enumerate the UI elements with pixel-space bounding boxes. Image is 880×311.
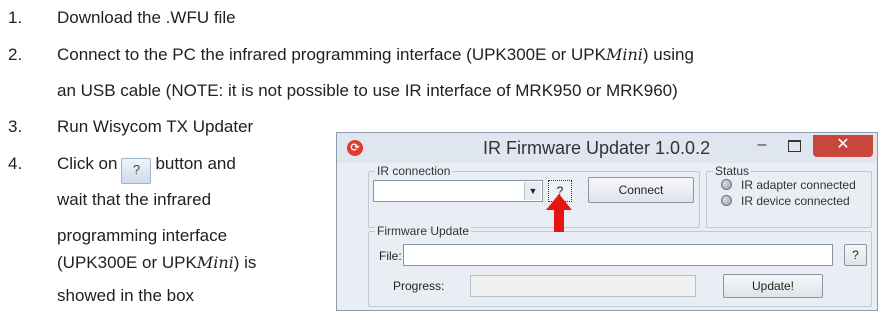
step-text-line-1: Connect to the PC the infrared programmi… [57, 45, 694, 64]
arrow-up-icon [546, 194, 572, 232]
status-led-icon [721, 195, 732, 206]
step-text-line-1: Click on? button and [57, 153, 236, 184]
group-legend: IR connection [375, 164, 453, 178]
step-number: 3. [8, 117, 23, 136]
step-number: 1. [8, 8, 23, 27]
upk-mini-logo-text: Mini [196, 253, 234, 272]
title-bar: ⟳ IR Firmware Updater 1.0.0.2 – ✕ [337, 133, 877, 163]
browse-file-button[interactable]: ? [844, 244, 867, 266]
file-label: File: [379, 249, 402, 263]
ir-port-select[interactable]: ▼ [373, 180, 543, 202]
ir-firmware-updater-window: ⟳ IR Firmware Updater 1.0.0.2 – ✕ IR con… [336, 132, 878, 311]
group-legend: Status [713, 164, 752, 178]
chevron-down-icon[interactable]: ▼ [524, 182, 541, 200]
update-button[interactable]: Update! [723, 274, 823, 298]
progress-bar [470, 275, 696, 297]
close-icon[interactable]: ✕ [813, 135, 873, 157]
step-number: 2. [8, 45, 23, 64]
step-text-line-2: an USB cable (NOTE: it is not possible t… [57, 81, 678, 100]
step-text: Download the .WFU file [57, 8, 236, 27]
window-title: IR Firmware Updater 1.0.0.2 [483, 138, 711, 158]
minimize-icon[interactable]: – [749, 135, 775, 157]
connect-button[interactable]: Connect [588, 177, 694, 203]
group-legend: Firmware Update [375, 224, 472, 238]
help-button-illustration: ? [121, 158, 152, 184]
step-number: 4. [8, 154, 23, 173]
adapter-status: IR adapter connected [721, 178, 856, 192]
progress-label: Progress: [393, 279, 445, 293]
file-path-input[interactable] [403, 244, 833, 266]
device-status: IR device connected [721, 194, 850, 208]
upk-mini-logo-text: Mini [606, 45, 643, 64]
instructions-document: 1. Download the .WFU file 2. Connect to … [0, 0, 880, 311]
step-text: Run Wisycom TX Updater [57, 117, 254, 136]
maximize-icon[interactable] [781, 135, 807, 157]
status-led-icon [721, 179, 732, 190]
app-logo-icon: ⟳ [347, 140, 363, 156]
